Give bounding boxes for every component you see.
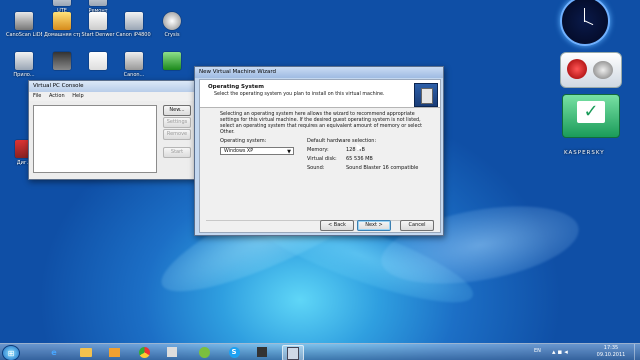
page-heading: Operating System (208, 84, 264, 90)
start-orb-icon[interactable]: ⊞ (2, 345, 20, 360)
desktop: UTE Ремонт CanoScan LiDE 600F ... Домашн… (0, 0, 640, 360)
language-indicator[interactable]: EN (534, 348, 541, 354)
start-button[interactable]: Start (163, 147, 191, 158)
printer-icon (125, 52, 143, 70)
desktop-icon-label: Домашняя страница P... (44, 32, 80, 38)
game-icon (163, 12, 181, 30)
desktop-icon-label: Start Denwer (81, 32, 115, 38)
app-icon (15, 52, 33, 70)
menu-help[interactable]: Help (72, 93, 83, 99)
desktop-icon[interactable]: CanoScan LiDE 600F ... (6, 12, 42, 38)
clock-gadget[interactable] (560, 0, 610, 46)
clock-time: 17:35 (603, 345, 619, 351)
virtual-disk-value: 65 536 MB (346, 156, 373, 162)
desktop-icon[interactable]: Прило... (6, 52, 42, 78)
desktop-icon-label: Crysis (164, 32, 180, 38)
desktop-icon[interactable] (154, 52, 190, 72)
os-select-value: Windows XP (224, 149, 254, 154)
back-button[interactable]: < Back (320, 220, 354, 231)
wizard-body: Operating System Select the operating sy… (199, 79, 441, 233)
kaspersky-gadget[interactable]: ✓ (562, 94, 620, 138)
camera-icon (53, 52, 71, 70)
vpc-console-titlebar[interactable]: Virtual PC Console (29, 81, 197, 92)
wizard-window: New Virtual Machine Wizard Operating Sys… (194, 66, 444, 236)
sound-key: Sound: (307, 165, 325, 171)
home-icon (53, 12, 71, 30)
os-label: Operating system: (220, 138, 267, 144)
desktop-icon[interactable]: Start Denwer (80, 12, 116, 38)
page-subheading: Select the operating system you plan to … (214, 92, 385, 97)
desktop-icon[interactable] (80, 52, 116, 72)
settings-button[interactable]: Settings (163, 117, 191, 128)
app-icon (53, 0, 71, 6)
vm-list[interactable] (33, 105, 157, 173)
next-button[interactable]: Next > (357, 220, 391, 231)
folder-icon[interactable] (76, 345, 96, 359)
taskbar: ⊞ e S EN ▴▪◂ 17:35 09.10.2011 (0, 343, 640, 360)
menu-file[interactable]: File (33, 93, 41, 99)
kaspersky-label: KASPERSKY (564, 150, 605, 156)
remove-button[interactable]: Remove (163, 129, 191, 140)
scanner-icon (15, 12, 33, 30)
desktop-icon-label: Прило... (13, 72, 35, 78)
printer-icon (125, 12, 143, 30)
desktop-icon[interactable] (44, 52, 80, 72)
tray-icons[interactable]: ▴▪◂ (552, 348, 582, 356)
wizard-titlebar[interactable]: New Virtual Machine Wizard (195, 67, 443, 78)
wizard-header: Operating System Select the operating sy… (200, 80, 440, 108)
wizard-description: Selecting an operating system here allow… (220, 112, 422, 135)
show-desktop-button[interactable] (634, 344, 640, 360)
desktop-icon[interactable]: Canon... (116, 52, 152, 78)
virtual-disk-key: Virtual disk: (307, 156, 337, 162)
desktop-icon-label: Canon... (123, 72, 145, 78)
cancel-button[interactable]: Cancel (400, 220, 434, 231)
desktop-icon[interactable]: Crysis (154, 12, 190, 38)
sound-value: Sound Blaster 16 compatible (346, 165, 419, 171)
clock-date: 09.10.2011 (596, 352, 626, 358)
ie-icon[interactable]: e (44, 345, 64, 359)
check-icon (163, 52, 181, 70)
desktop-icon-label: CanoScan LiDE 600F ... (6, 32, 42, 38)
new-button[interactable]: New... (163, 105, 191, 116)
virtual-pc-icon[interactable] (282, 345, 304, 360)
media-gadget[interactable] (560, 52, 622, 88)
app-icon (593, 61, 613, 79)
clock[interactable]: 17:35 09.10.2011 (592, 345, 630, 359)
app-icon (567, 59, 587, 79)
desktop-icon-label: Canon iP4800 seri... (116, 32, 152, 38)
os-select[interactable]: Windows XP ▼ (220, 147, 294, 155)
media-icon[interactable] (104, 345, 124, 359)
denwer-icon (89, 12, 107, 30)
hardware-label: Default hardware selection: (307, 138, 377, 144)
app-icon[interactable] (252, 345, 272, 359)
torrent-icon[interactable] (194, 345, 214, 359)
app-icon[interactable] (162, 345, 182, 359)
app-icon (89, 0, 107, 6)
memory-key: Memory: (307, 147, 329, 153)
window-title: New Virtual Machine Wizard (199, 69, 276, 75)
virtual-pc-icon (414, 83, 438, 107)
desktop-icon[interactable]: Canon iP4800 seri... (116, 12, 152, 38)
vpc-console-window: Virtual PC Console File Action Help New.… (28, 80, 198, 180)
menu-action[interactable]: Action (49, 93, 65, 99)
desktop-icon[interactable]: Домашняя страница P... (44, 12, 80, 38)
window-title: Virtual PC Console (33, 83, 84, 89)
app-icon (89, 52, 107, 70)
skype-icon[interactable]: S (224, 345, 244, 359)
check-icon: ✓ (577, 101, 605, 123)
chevron-down-icon: ▼ (287, 149, 291, 155)
chrome-icon[interactable] (134, 345, 154, 359)
menu-bar: File Action Help (29, 92, 197, 101)
